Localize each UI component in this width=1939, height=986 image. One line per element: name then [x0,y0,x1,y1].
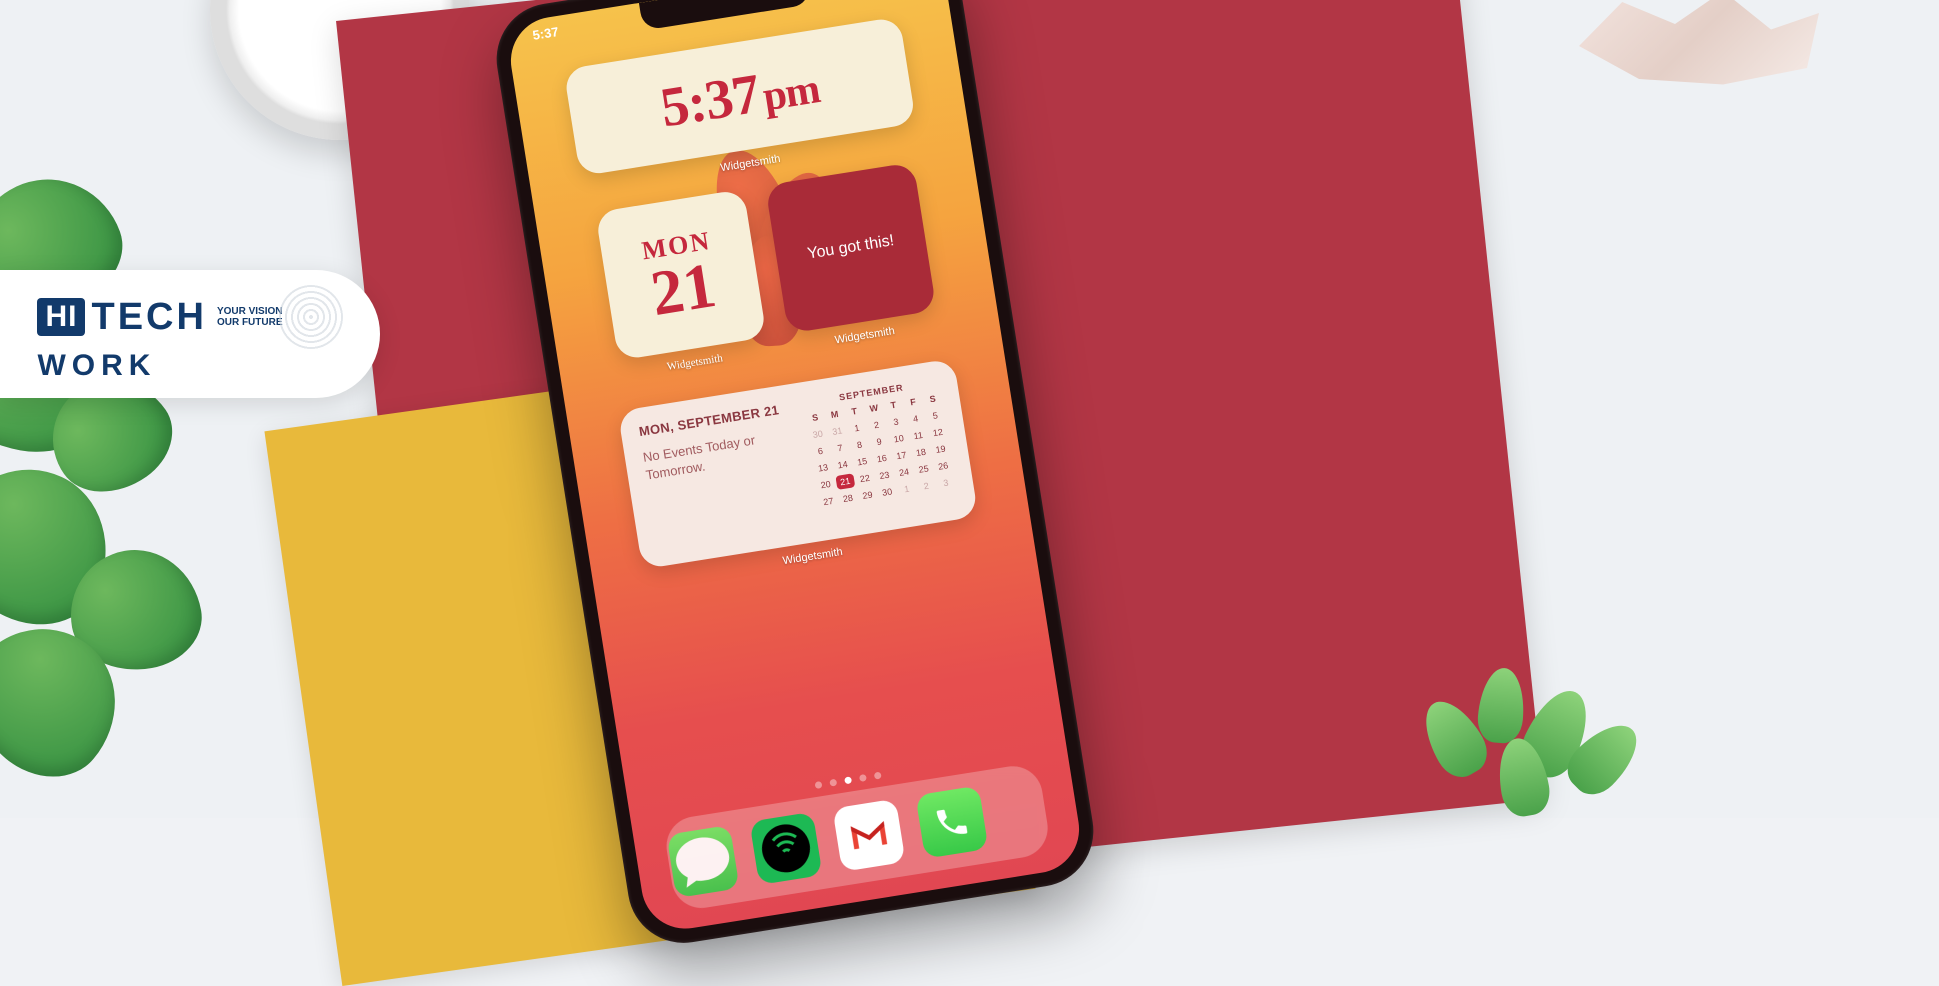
cal-dow: M [825,406,845,423]
cal-day: 1 [847,420,867,437]
cal-dow: S [805,409,825,426]
page-dot[interactable] [874,772,882,780]
cal-day: 27 [818,493,838,510]
cal-day: 26 [933,458,953,475]
cal-day: 14 [833,456,853,473]
cal-day: 10 [889,430,909,447]
notch [639,0,811,31]
logo-hi: HI [37,298,85,336]
page-dot[interactable] [844,776,852,784]
cal-day: 17 [891,447,911,464]
dock-app-partial[interactable] [666,825,739,898]
cal-day: 21 [835,473,855,490]
date-widget[interactable]: MON 21 Widgetsmith [595,189,767,361]
crystal-prop [1579,0,1819,90]
plant-right [1409,658,1669,878]
brand-overlay: HI TECH YOUR VISION OUR FUTURE WORK [0,270,380,398]
day-number: 21 [647,256,719,323]
cal-day-dim: 1 [897,481,917,498]
cal-day-dim: 30 [808,426,828,443]
cal-day: 7 [830,440,850,457]
cal-day: 2 [867,417,887,434]
page-dot[interactable] [829,779,837,787]
cal-dow: W [864,400,884,417]
cal-day-dim: 31 [827,423,847,440]
widget-label: Widgetsmith [782,546,844,567]
logo-tagline-2: OUR FUTURE [217,317,283,328]
cal-day: 6 [810,443,830,460]
cal-day: 15 [852,453,872,470]
phone-icon [931,802,972,843]
logo-tech: TECH [91,296,206,339]
cal-day: 28 [838,490,858,507]
quote-text: You got this! [806,232,895,263]
cal-day: 23 [875,467,895,484]
page-indicator[interactable] [814,772,881,789]
cal-day: 19 [931,441,951,458]
page-dot[interactable] [859,774,867,782]
cal-day: 12 [928,424,948,441]
dock [662,762,1052,912]
time-value: 5:37 [656,63,763,140]
cal-day: 24 [894,464,914,481]
cal-day: 8 [850,437,870,454]
cal-day: 16 [872,450,892,467]
logo-work: WORK [37,349,156,383]
cal-day: 9 [869,433,889,450]
dock-app-phone[interactable] [915,785,988,858]
cal-day: 25 [914,461,934,478]
dock-app-gmail[interactable] [832,799,905,872]
spotify-icon [759,821,814,876]
cal-day: 13 [813,460,833,477]
status-time: 5:37 [532,24,560,43]
cal-dow: T [884,397,904,414]
dock-app-spotify[interactable] [749,812,822,885]
cal-dow: F [903,394,923,411]
cal-day: 3 [886,414,906,431]
cal-day: 5 [925,407,945,424]
cal-day: 4 [906,410,926,427]
cal-day: 11 [908,427,928,444]
cal-day: 18 [911,444,931,461]
cal-day: 20 [816,476,836,493]
time-suffix: pm [760,66,823,120]
cal-day: 29 [858,487,878,504]
globe-icon [279,285,343,349]
cal-day-dim: 3 [936,475,956,492]
logo-tagline-1: YOUR VISION [217,306,283,317]
calendar-grid: SMTWTFS303112345678910111213141516171819… [805,391,956,510]
cal-day: 30 [877,484,897,501]
cal-dow: S [923,391,943,408]
plant-left [0,150,290,850]
gmail-icon [847,817,891,853]
cal-day: 22 [855,470,875,487]
page-dot[interactable] [814,781,822,789]
cal-dow: T [844,403,864,420]
cal-day-dim: 2 [916,478,936,495]
quote-widget[interactable]: You got this! Widgetsmith [765,162,937,334]
messages-icon [666,825,739,898]
